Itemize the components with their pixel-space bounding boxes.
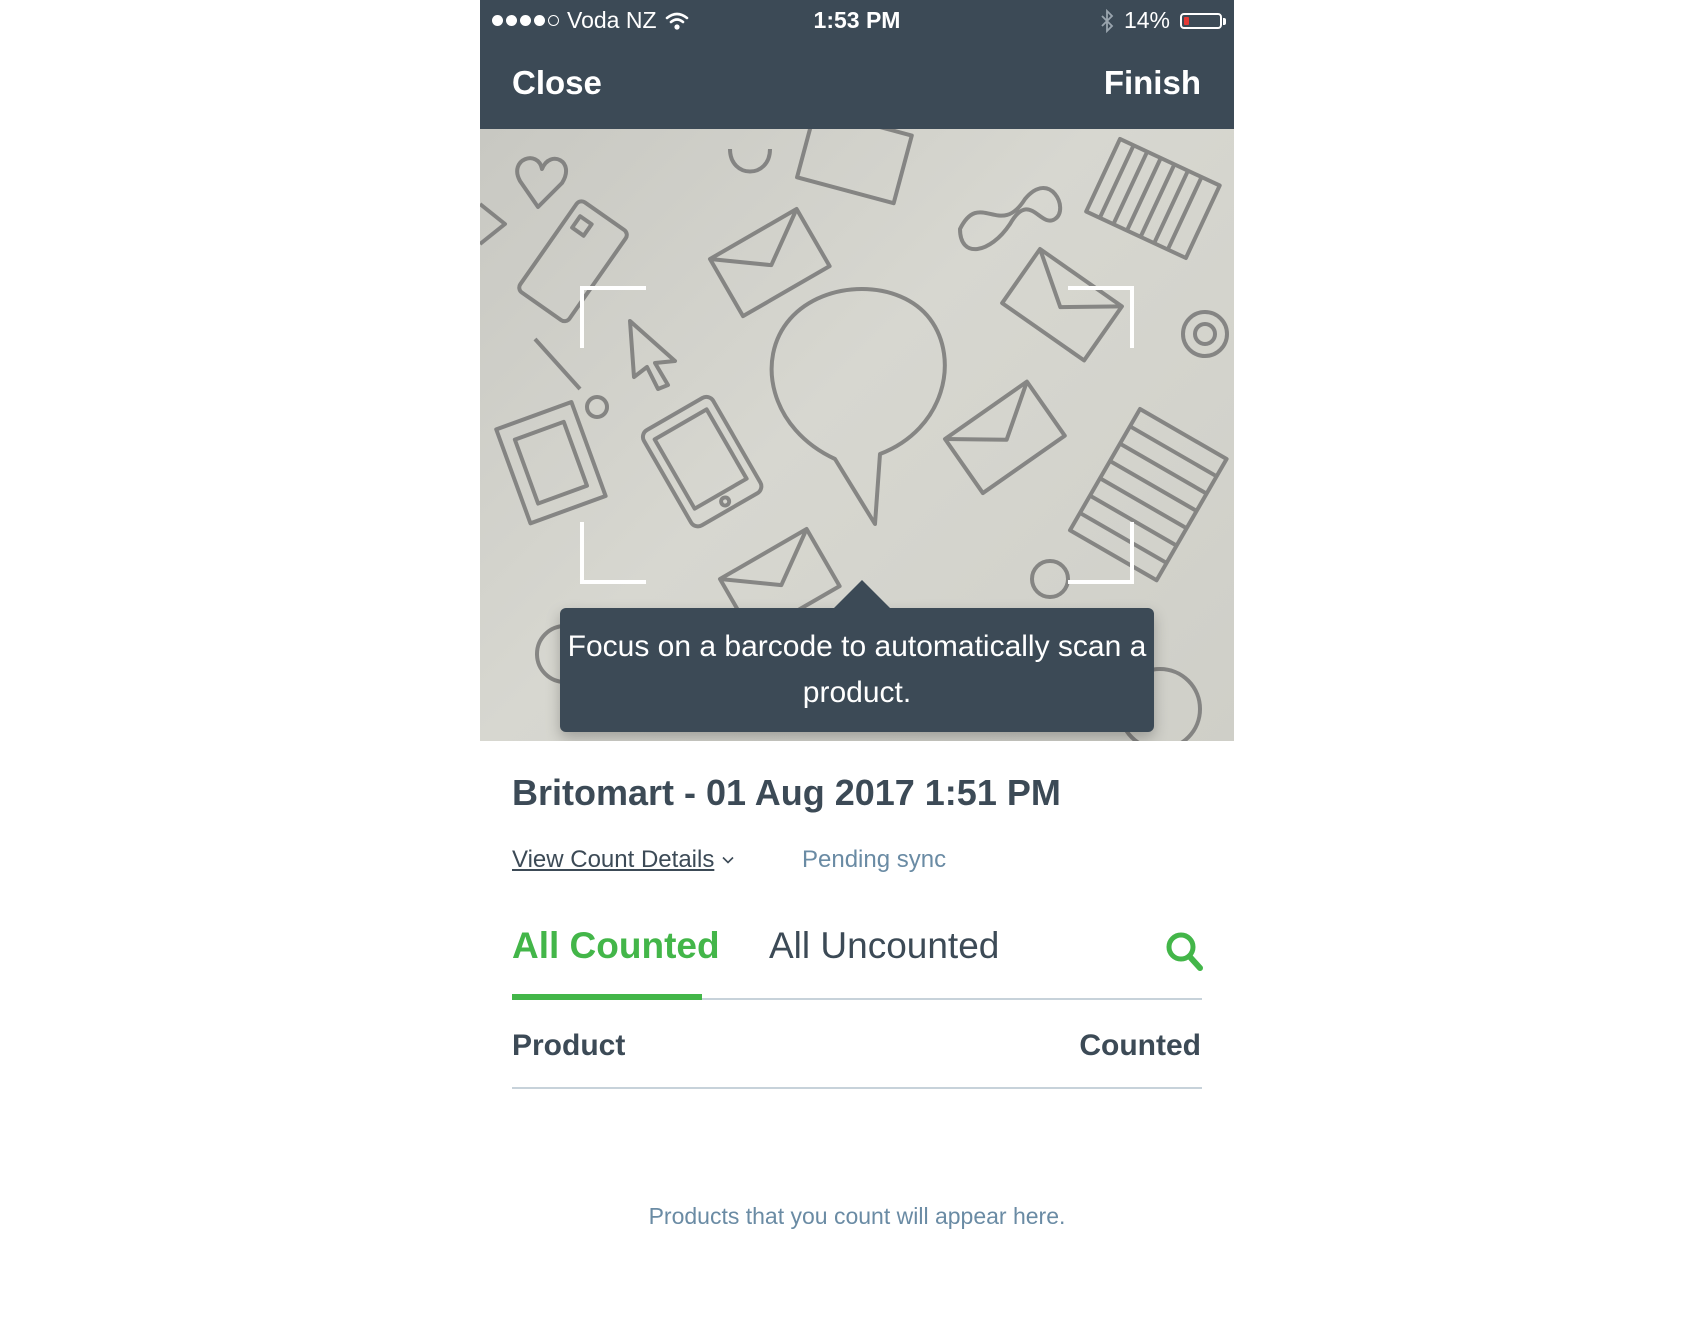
scan-frame-corner-bottom-left [580,522,646,584]
scan-frame-corner-top-right [1068,286,1134,348]
table-header-divider [512,1087,1202,1089]
app-screen: Voda NZ 1:53 PM 14% Close Finish Focus o… [480,0,1234,1334]
battery-icon [1180,12,1226,29]
scan-hint-tooltip: Focus on a barcode to automatically scan… [560,580,1154,732]
bluetooth-icon [1101,8,1114,33]
tab-all-counted[interactable]: All Counted [512,925,720,967]
active-tab-indicator [512,994,702,1000]
close-button[interactable]: Close [512,64,602,102]
tab-all-uncounted[interactable]: All Uncounted [769,925,999,967]
view-count-details-label: View Count Details [512,846,715,873]
count-title: Britomart - 01 Aug 2017 1:51 PM [512,772,1061,813]
chevron-down-icon [722,856,734,864]
battery-level [1184,16,1189,25]
scan-frame-corner-top-left [580,286,646,348]
sync-status: Pending sync [802,846,947,873]
empty-state-message: Products that you count will appear here… [648,1203,1066,1229]
column-header-counted: Counted [1079,1029,1201,1062]
battery-percent: 14% [1123,7,1170,33]
status-right: 14% [1100,7,1226,34]
view-count-details-link[interactable]: View Count Details [512,846,734,874]
search-icon[interactable] [1164,930,1204,972]
status-bar: Voda NZ 1:53 PM 14% [480,0,1234,40]
camera-viewfinder[interactable]: Focus on a barcode to automatically scan… [480,129,1234,741]
scan-frame-corner-bottom-right [1068,522,1134,584]
column-header-product: Product [512,1029,626,1062]
nav-bar: Close Finish [480,40,1234,129]
finish-button[interactable]: Finish [1104,64,1201,102]
